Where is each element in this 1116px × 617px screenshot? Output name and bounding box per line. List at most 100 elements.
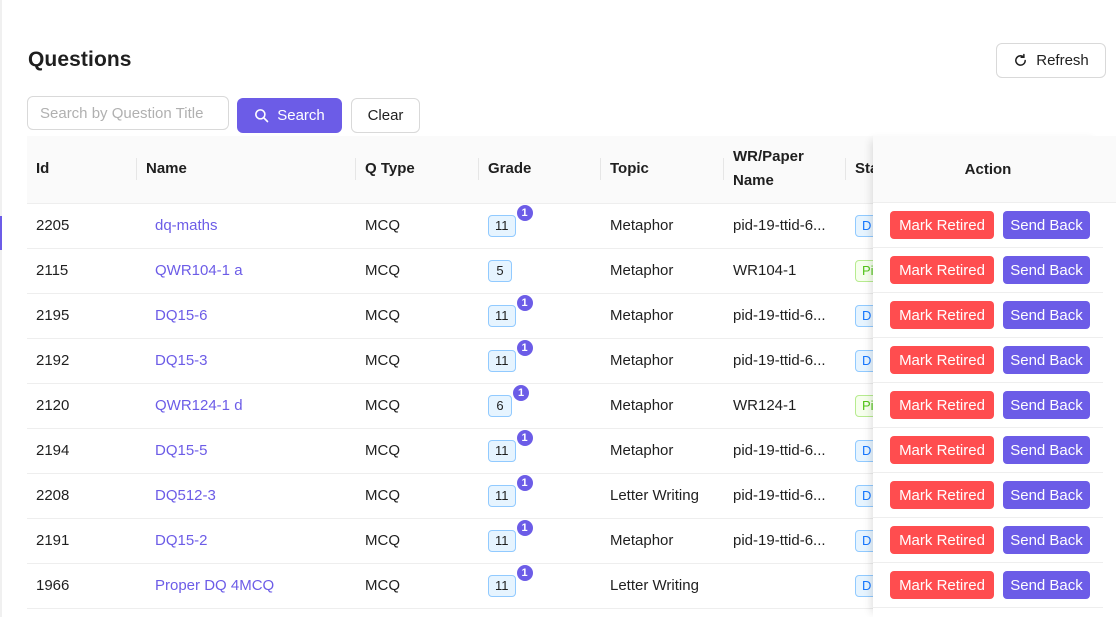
- mark-retired-button[interactable]: Mark Retired: [890, 526, 994, 554]
- cell-id: 2195: [27, 293, 137, 339]
- question-name-link[interactable]: DQ15-6: [146, 307, 208, 324]
- search-button[interactable]: Search: [237, 98, 342, 133]
- send-back-button[interactable]: Send Back: [1003, 526, 1090, 554]
- cell-name: DQ15-5: [137, 428, 356, 474]
- mark-retired-button[interactable]: Mark Retired: [890, 256, 994, 284]
- cell-grade: 5: [479, 248, 601, 294]
- action-row: Mark Retired Send Back: [873, 473, 1103, 518]
- cell-grade: 61: [479, 383, 601, 429]
- mark-retired-button[interactable]: Mark Retired: [890, 346, 994, 374]
- cell-topic: Metaphor: [601, 428, 724, 474]
- grade-count-badge: 1: [516, 564, 533, 581]
- cell-id: 2191: [27, 518, 137, 564]
- cell-paper: pid-19-ttid-6...: [724, 338, 846, 384]
- cell-qtype: MCQ: [356, 203, 479, 249]
- action-row: Mark Retired Send Back: [873, 383, 1103, 428]
- cell-id: 2115: [27, 248, 137, 294]
- cell-grade: 11 1: [479, 518, 601, 564]
- cell-topic: Letter Writing: [601, 473, 724, 519]
- table-right-edge: [1103, 136, 1116, 617]
- grade-tag: 11: [488, 304, 516, 327]
- column-header-qtype[interactable]: Q Type: [356, 136, 479, 204]
- grade-count-badge: 1: [516, 519, 533, 536]
- cell-paper: WR124-1: [724, 383, 846, 429]
- send-back-button[interactable]: Send Back: [1003, 211, 1090, 239]
- mark-retired-button[interactable]: Mark Retired: [890, 571, 994, 599]
- clear-button[interactable]: Clear: [351, 98, 420, 133]
- send-back-button[interactable]: Send Back: [1003, 436, 1090, 464]
- cell-id: 1966: [27, 563, 137, 609]
- action-row: Mark Retired Send Back: [873, 248, 1103, 293]
- grade-count-badge: 1: [516, 474, 533, 491]
- grade-tag: 11: [488, 574, 516, 597]
- action-row: Mark Retired Send Back: [873, 563, 1103, 608]
- left-rail: [0, 0, 2, 617]
- mark-retired-button[interactable]: Mark Retired: [890, 301, 994, 329]
- action-row: Mark Retired Send Back: [873, 338, 1103, 383]
- search-icon: [255, 109, 269, 123]
- grade-count-badge: 1: [516, 204, 533, 221]
- column-header-name[interactable]: Name: [137, 136, 356, 204]
- grade-count-badge: 1: [516, 429, 533, 446]
- grade-tag: 11: [488, 529, 516, 552]
- cell-paper: pid-19-ttid-6...: [724, 518, 846, 564]
- cell-id: 2194: [27, 428, 137, 474]
- cell-grade: 11 1: [479, 473, 601, 519]
- mark-retired-button[interactable]: Mark Retired: [890, 391, 994, 419]
- cell-name: Proper DQ 4MCQ: [137, 563, 356, 609]
- column-header-id[interactable]: Id: [27, 136, 137, 204]
- cell-qtype: MCQ: [356, 293, 479, 339]
- send-back-button[interactable]: Send Back: [1003, 391, 1090, 419]
- cell-grade: 11 1: [479, 293, 601, 339]
- refresh-button[interactable]: Refresh: [996, 43, 1106, 78]
- cell-qtype: MCQ: [356, 383, 479, 429]
- send-back-button[interactable]: Send Back: [1003, 301, 1090, 329]
- question-name-link[interactable]: QWR124-1 d: [146, 397, 243, 414]
- question-name-link[interactable]: Proper DQ 4MCQ: [146, 577, 274, 594]
- cell-topic: Metaphor: [601, 248, 724, 294]
- question-name-link[interactable]: DQ512-3: [146, 487, 216, 504]
- question-name-link[interactable]: DQ15-3: [146, 352, 208, 369]
- cell-id: 2208: [27, 473, 137, 519]
- search-input[interactable]: [27, 96, 229, 130]
- grade-count-badge: 1: [516, 294, 533, 311]
- cell-topic: Metaphor: [601, 203, 724, 249]
- column-header-grade[interactable]: Grade: [479, 136, 601, 204]
- cell-topic: Metaphor: [601, 293, 724, 339]
- mark-retired-button[interactable]: Mark Retired: [890, 211, 994, 239]
- cell-qtype: MCQ: [356, 563, 479, 609]
- cell-paper: pid-19-ttid-6...: [724, 203, 846, 249]
- page-title: Questions: [28, 48, 132, 71]
- grade-tag: 11: [488, 214, 516, 237]
- cell-name: DQ15-3: [137, 338, 356, 384]
- cell-grade: 11 1: [479, 203, 601, 249]
- column-header-topic[interactable]: Topic: [601, 136, 724, 204]
- refresh-button-label: Refresh: [1036, 52, 1089, 69]
- action-row: Mark Retired Send Back: [873, 428, 1103, 473]
- cell-paper: pid-19-ttid-6...: [724, 428, 846, 474]
- cell-id: 2192: [27, 338, 137, 384]
- send-back-button[interactable]: Send Back: [1003, 256, 1090, 284]
- cell-id: 2205: [27, 203, 137, 249]
- cell-name: dq-maths: [137, 203, 356, 249]
- grade-tag: 11: [488, 349, 516, 372]
- cell-topic: Metaphor: [601, 518, 724, 564]
- question-name-link[interactable]: DQ15-2: [146, 532, 208, 549]
- cell-paper: [724, 563, 846, 609]
- column-header-paper[interactable]: WR/Paper Name: [724, 136, 846, 204]
- cell-grade: 11 1: [479, 563, 601, 609]
- question-name-link[interactable]: QWR104-1 a: [146, 262, 243, 279]
- send-back-button[interactable]: Send Back: [1003, 346, 1090, 374]
- question-name-link[interactable]: dq-maths: [146, 217, 218, 234]
- mark-retired-button[interactable]: Mark Retired: [890, 481, 994, 509]
- mark-retired-button[interactable]: Mark Retired: [890, 436, 994, 464]
- cell-name: QWR124-1 d: [137, 383, 356, 429]
- cell-paper: pid-19-ttid-6...: [724, 293, 846, 339]
- cell-qtype: MCQ: [356, 428, 479, 474]
- cell-topic: Metaphor: [601, 338, 724, 384]
- cell-paper: WR104-1: [724, 248, 846, 294]
- send-back-button[interactable]: Send Back: [1003, 571, 1090, 599]
- action-row: Mark Retired Send Back: [873, 293, 1103, 338]
- send-back-button[interactable]: Send Back: [1003, 481, 1090, 509]
- question-name-link[interactable]: DQ15-5: [146, 442, 208, 459]
